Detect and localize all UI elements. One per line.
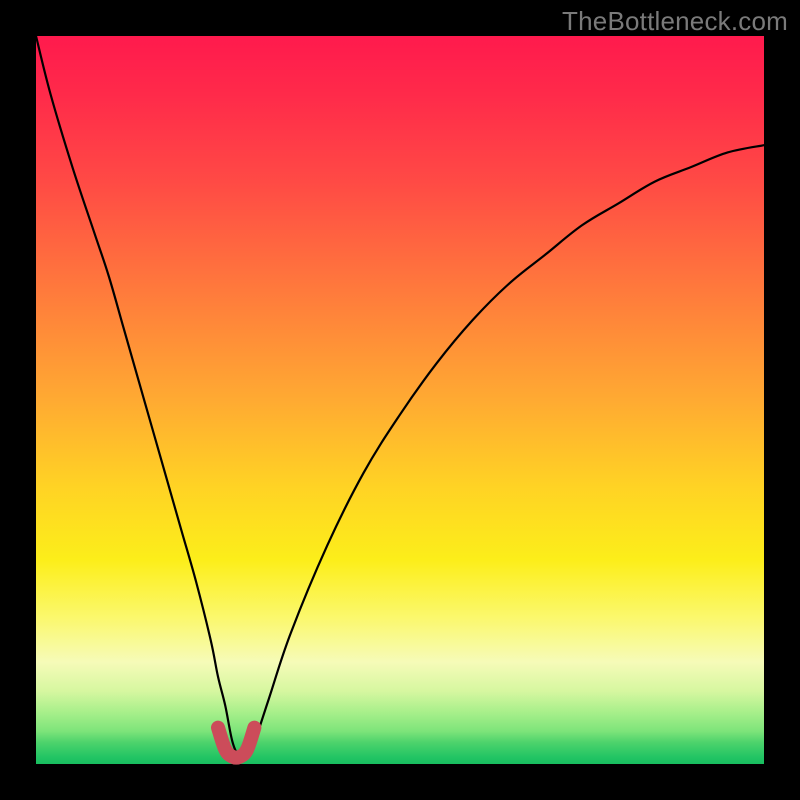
watermark-text: TheBottleneck.com [562,6,788,37]
optimal-region-highlight [218,728,254,758]
curve-group [36,36,764,759]
bottleneck-curve [36,36,764,759]
chart-frame: TheBottleneck.com [0,0,800,800]
bottleneck-curve-svg [36,36,764,764]
plot-area [36,36,764,764]
